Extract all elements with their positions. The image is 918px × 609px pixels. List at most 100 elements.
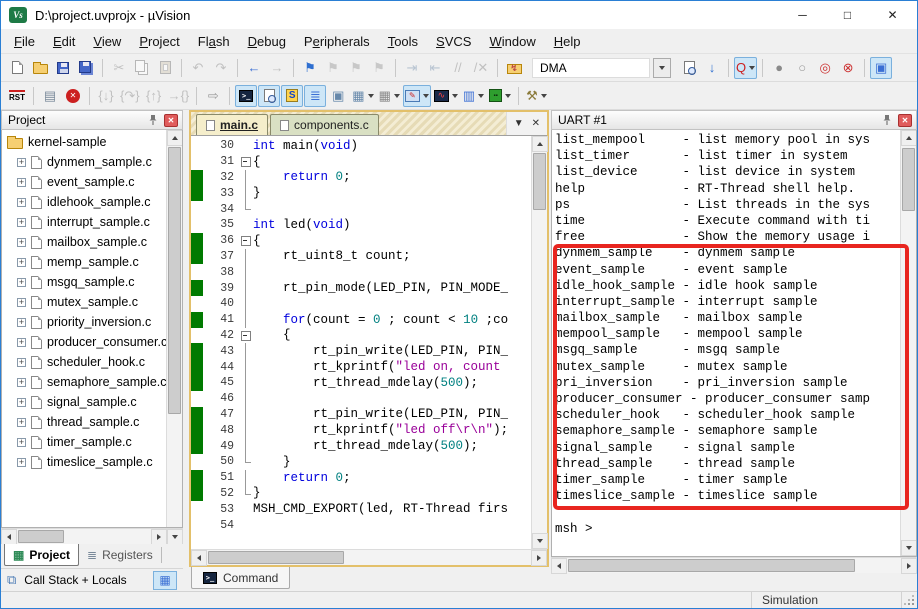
menu-file[interactable]: File bbox=[5, 31, 44, 52]
expand-icon[interactable]: + bbox=[17, 177, 26, 187]
scroll-thumb[interactable] bbox=[168, 147, 181, 414]
expand-icon[interactable]: + bbox=[17, 417, 26, 427]
scroll-down-icon[interactable] bbox=[167, 529, 183, 545]
menu-window[interactable]: Window bbox=[480, 31, 544, 52]
step-button[interactable]: {↓} bbox=[95, 85, 117, 107]
open-file-button[interactable] bbox=[29, 57, 51, 79]
scroll-down-icon[interactable] bbox=[901, 540, 916, 556]
target-select-dropdown[interactable] bbox=[653, 57, 671, 78]
menu-help[interactable]: Help bbox=[545, 31, 590, 52]
menu-debug[interactable]: Debug bbox=[239, 31, 295, 52]
quick-find-button[interactable]: Q bbox=[734, 56, 758, 79]
scroll-thumb[interactable] bbox=[902, 148, 915, 212]
code-line-33[interactable]: 33} bbox=[191, 185, 531, 202]
code-line-54[interactable]: 54 bbox=[191, 517, 531, 533]
tree-item-thread_sample-c[interactable]: + thread_sample.c bbox=[2, 412, 166, 432]
expand-icon[interactable]: + bbox=[17, 317, 26, 327]
tab-registers[interactable]: ≣ Registers bbox=[79, 544, 161, 566]
code-line-31[interactable]: 31 { bbox=[191, 154, 531, 170]
scroll-left-icon[interactable] bbox=[551, 558, 567, 574]
peripherals-button[interactable]: ▪▪ bbox=[487, 85, 513, 107]
uncomment-button[interactable]: /✕ bbox=[470, 57, 492, 79]
fold-marker[interactable] bbox=[239, 154, 253, 170]
disassembly-window-button[interactable] bbox=[258, 84, 281, 107]
flash-download-button[interactable]: ↯ bbox=[503, 57, 525, 79]
code-line-53[interactable]: 53 MSH_CMD_EXPORT(led, RT-Thread firs bbox=[191, 501, 531, 517]
scroll-thumb[interactable] bbox=[533, 153, 546, 211]
find-in-files-button[interactable] bbox=[678, 57, 700, 79]
uart-hscrollbar[interactable] bbox=[551, 557, 917, 574]
code-line-52[interactable]: 52} bbox=[191, 485, 531, 502]
tree-item-producer_consumer-c[interactable]: + producer_consumer.c bbox=[2, 332, 166, 352]
scroll-track[interactable] bbox=[901, 146, 916, 540]
resize-grip[interactable] bbox=[901, 592, 917, 608]
tab-command[interactable]: >_ Command bbox=[191, 567, 291, 589]
editor-vscrollbar[interactable] bbox=[531, 136, 548, 549]
menu-edit[interactable]: Edit bbox=[44, 31, 84, 52]
code-line-40[interactable]: 40 bbox=[191, 295, 531, 312]
scroll-down-icon[interactable] bbox=[532, 533, 548, 549]
watch-window-button[interactable]: ▦ bbox=[350, 85, 375, 107]
windows-layout-button[interactable]: ▣ bbox=[870, 56, 893, 79]
scroll-up-icon[interactable] bbox=[167, 130, 182, 146]
system-viewer-button[interactable]: ▥ bbox=[461, 85, 486, 107]
code-line-41[interactable]: 41 for (count = 0 ; count < 10 ;co bbox=[191, 311, 531, 328]
disable-all-breakpoints-button[interactable]: ◎ bbox=[814, 57, 836, 79]
expand-icon[interactable]: + bbox=[17, 277, 26, 287]
registers-window-button[interactable]: ≣ bbox=[304, 84, 327, 107]
project-tree-hscrollbar[interactable] bbox=[1, 528, 183, 545]
navigate-forward-button[interactable]: → bbox=[266, 57, 288, 79]
expand-icon[interactable]: + bbox=[17, 217, 26, 227]
callstack-window-button[interactable]: ▣ bbox=[327, 85, 349, 107]
save-all-button[interactable] bbox=[75, 57, 97, 79]
code-line-34[interactable]: 34 bbox=[191, 201, 531, 217]
memory-window-button[interactable]: ▦ bbox=[377, 85, 402, 107]
expand-icon[interactable]: + bbox=[17, 337, 26, 347]
bookmark-toggle-button[interactable]: ⚑ bbox=[299, 57, 321, 79]
fold-marker[interactable] bbox=[239, 328, 253, 344]
editor-close-button[interactable]: ✕ bbox=[532, 118, 540, 129]
insert-breakpoint-button[interactable]: ● bbox=[768, 57, 790, 79]
fold-marker[interactable] bbox=[239, 233, 253, 249]
tree-item-priority_inversion-c[interactable]: + priority_inversion.c bbox=[2, 312, 166, 332]
code-line-43[interactable]: 43 rt_pin_write(LED_PIN, PIN_ bbox=[191, 343, 531, 360]
run-to-line-button[interactable]: →{} bbox=[166, 85, 192, 107]
tree-item-timer_sample-c[interactable]: + timer_sample.c bbox=[2, 432, 166, 452]
expand-icon[interactable]: + bbox=[17, 197, 26, 207]
indent-button[interactable]: ⇥ bbox=[401, 57, 423, 79]
expand-icon[interactable]: + bbox=[17, 257, 26, 267]
code-line-47[interactable]: 47 rt_pin_write(LED_PIN, PIN_ bbox=[191, 406, 531, 423]
editor-hscrollbar[interactable] bbox=[191, 549, 547, 566]
scroll-left-icon[interactable] bbox=[1, 529, 17, 545]
cut-button[interactable]: ✂ bbox=[108, 57, 130, 79]
scroll-track[interactable] bbox=[207, 550, 531, 565]
scroll-thumb[interactable] bbox=[18, 530, 64, 543]
tab-project[interactable]: ▦ Project bbox=[4, 544, 80, 566]
incremental-find-button[interactable]: ↓ bbox=[701, 57, 723, 79]
tree-item-dynmem_sample-c[interactable]: + dynmem_sample.c bbox=[2, 152, 166, 172]
scroll-thumb[interactable] bbox=[208, 551, 345, 564]
menu-svcs[interactable]: SVCS bbox=[427, 31, 480, 52]
scroll-right-icon[interactable] bbox=[901, 558, 917, 574]
tree-item-mutex_sample-c[interactable]: + mutex_sample.c bbox=[2, 292, 166, 312]
step-over-button[interactable]: {↷} bbox=[118, 85, 142, 107]
serial-window-button[interactable]: ✎ bbox=[402, 84, 431, 107]
run-button[interactable]: ⇨ bbox=[202, 85, 224, 107]
target-select[interactable]: DMA bbox=[532, 57, 671, 78]
analysis-window-button[interactable]: ∿ bbox=[432, 85, 460, 107]
scroll-track[interactable] bbox=[167, 146, 182, 527]
scroll-thumb[interactable] bbox=[568, 559, 856, 572]
minimize-button[interactable]: ─ bbox=[780, 2, 825, 28]
bookmark-next-button[interactable]: ⚑ bbox=[345, 57, 367, 79]
new-file-button[interactable] bbox=[6, 57, 28, 79]
show-next-statement-button[interactable]: ▤ bbox=[39, 85, 61, 107]
undo-button[interactable]: ↶ bbox=[187, 57, 209, 79]
calculator-button[interactable]: ▦ bbox=[153, 570, 177, 590]
command-window-button[interactable]: >_ bbox=[235, 84, 258, 107]
menu-view[interactable]: View bbox=[84, 31, 130, 52]
expand-icon[interactable]: + bbox=[17, 457, 26, 467]
code-line-45[interactable]: 45 rt_thread_mdelay(500); bbox=[191, 374, 531, 391]
code-line-49[interactable]: 49 rt_thread_mdelay(500); bbox=[191, 438, 531, 454]
code-line-35[interactable]: 35 int led(void) bbox=[191, 217, 531, 233]
tree-item-semaphore_sample-c[interactable]: + semaphore_sample.c bbox=[2, 372, 166, 392]
